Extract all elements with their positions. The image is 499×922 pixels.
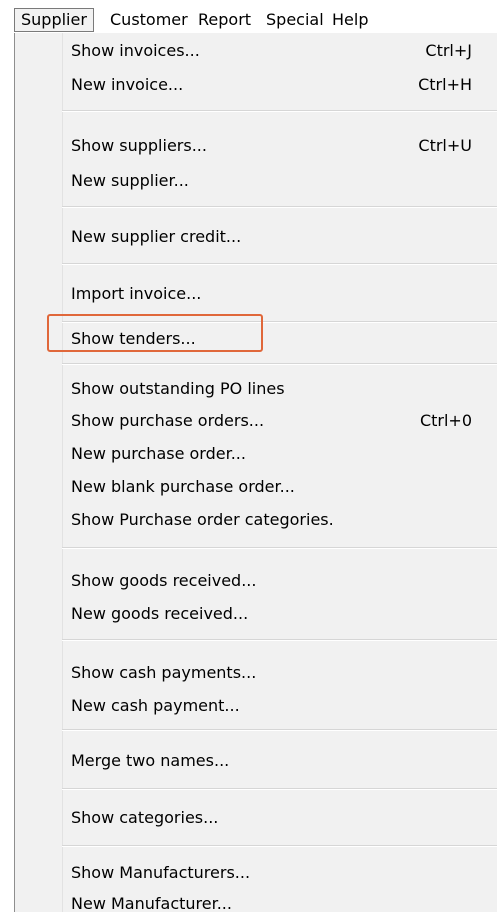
menu-item-show-tenders[interactable]: Show tenders... xyxy=(62,321,497,357)
menu-item-import-invoice[interactable]: Import invoice... xyxy=(62,276,497,312)
menu-item-show-suppliers[interactable]: Show suppliers... Ctrl+U xyxy=(62,128,497,164)
menu-item-label: Show tenders... xyxy=(71,329,196,348)
menu-item-show-outstanding-po-lines[interactable]: Show outstanding PO lines xyxy=(62,371,497,407)
menu-item-label: Show categories... xyxy=(71,808,219,827)
menu-item-label: New blank purchase order... xyxy=(71,477,295,496)
menu-item-label: New invoice... xyxy=(71,75,184,94)
menu-item-label: Import invoice... xyxy=(71,284,202,303)
menu-item-show-goods-received[interactable]: Show goods received... xyxy=(62,563,497,599)
menu-item-merge-two-names[interactable]: Merge two names... xyxy=(62,743,497,779)
menu-separator xyxy=(62,547,497,549)
menu-item-label: Merge two names... xyxy=(71,751,230,770)
menu-item-label: New supplier... xyxy=(71,171,189,190)
menu-separator xyxy=(62,263,497,265)
menu-item-label: Show goods received... xyxy=(71,571,257,590)
menu-separator xyxy=(62,729,497,731)
menu-item-new-supplier[interactable]: New supplier... xyxy=(62,163,497,199)
menu-separator xyxy=(62,110,497,112)
menu-item-shortcut: Ctrl+H xyxy=(418,75,472,94)
menu-item-new-manufacturer[interactable]: New Manufacturer... xyxy=(62,886,497,922)
menu-icon-gutter xyxy=(15,33,63,912)
menu-item-shortcut: Ctrl+0 xyxy=(419,411,472,430)
menu-item-label: New goods received... xyxy=(71,604,249,623)
menu-item-show-categories[interactable]: Show categories... xyxy=(62,800,497,836)
menu-item-label: Show outstanding PO lines xyxy=(71,379,285,398)
menu-item-show-purchase-order-categories[interactable]: Show Purchase order categories. xyxy=(62,502,497,538)
menu-item-new-purchase-order[interactable]: New purchase order... xyxy=(62,436,497,472)
menu-item-shortcut: Ctrl+J xyxy=(425,41,472,60)
menu-item-show-invoices[interactable]: Show invoices... Ctrl+J xyxy=(62,33,497,69)
menu-separator xyxy=(62,639,497,641)
menu-separator xyxy=(62,363,497,365)
menu-item-label: New Manufacturer... xyxy=(71,894,232,913)
menu-item-shortcut: Ctrl+U xyxy=(418,136,472,155)
menu-item-label: Show invoices... xyxy=(71,41,200,60)
menu-bar: Supplier Customer Report Special Help xyxy=(0,0,499,34)
menu-item-label: New cash payment... xyxy=(71,696,240,715)
menu-help[interactable]: Help xyxy=(326,8,374,32)
menu-customer[interactable]: Customer xyxy=(104,8,194,32)
menu-item-label: Show cash payments... xyxy=(71,663,257,682)
menu-item-show-purchase-orders[interactable]: Show purchase orders... Ctrl+0 xyxy=(62,403,497,439)
menu-supplier[interactable]: Supplier xyxy=(14,8,94,32)
menu-item-show-cash-payments[interactable]: Show cash payments... xyxy=(62,655,497,691)
menu-special[interactable]: Special xyxy=(260,8,330,32)
menu-separator xyxy=(62,206,497,208)
menu-item-new-cash-payment[interactable]: New cash payment... xyxy=(62,688,497,724)
menu-item-new-supplier-credit[interactable]: New supplier credit... xyxy=(62,219,497,255)
menu-item-label: Show suppliers... xyxy=(71,136,207,155)
menu-item-label: Show purchase orders... xyxy=(71,411,265,430)
menu-item-new-goods-received[interactable]: New goods received... xyxy=(62,596,497,632)
menu-report[interactable]: Report xyxy=(192,8,257,32)
menu-item-label: New supplier credit... xyxy=(71,227,242,246)
menu-separator xyxy=(62,845,497,847)
menu-item-label: Show Purchase order categories. xyxy=(71,510,334,529)
menu-separator xyxy=(62,788,497,790)
menu-item-new-blank-purchase-order[interactable]: New blank purchase order... xyxy=(62,469,497,505)
menu-item-label: New purchase order... xyxy=(71,444,246,463)
supplier-dropdown-menu: Show invoices... Ctrl+J New invoice... C… xyxy=(14,33,497,913)
menu-item-new-invoice[interactable]: New invoice... Ctrl+H xyxy=(62,67,497,103)
